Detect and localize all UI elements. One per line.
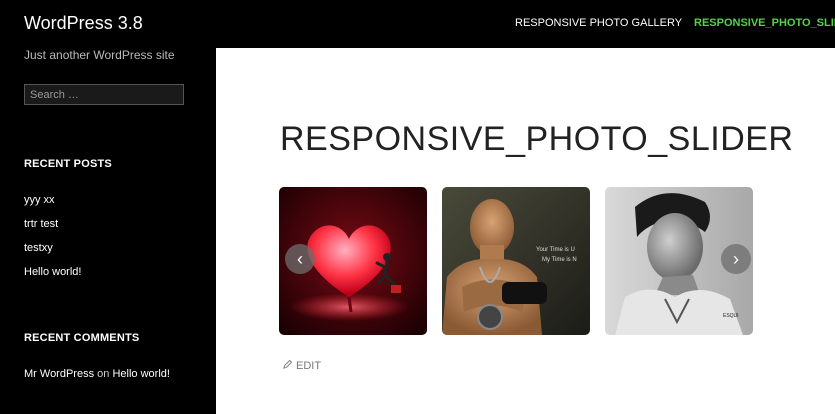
nav-item-photo-slider[interactable]: RESPONSIVE_PHOTO_SLIDER: [694, 17, 835, 29]
svg-text:ESQUI: ESQUI: [723, 313, 739, 319]
pencil-icon: [282, 359, 293, 373]
comment-on-text: on: [97, 368, 110, 380]
recent-comment: Mr WordPress on Hello world!: [24, 368, 170, 380]
edit-link[interactable]: EDIT: [282, 359, 321, 373]
recent-comments-title: RECENT COMMENTS: [24, 332, 140, 344]
slide-image-wrestler[interactable]: Your Time is U My Time is N: [442, 187, 590, 335]
comment-post-link[interactable]: Hello world!: [112, 368, 169, 380]
page-title: RESPONSIVE_PHOTO_SLIDER: [280, 120, 794, 158]
recent-post-link[interactable]: Hello world!: [24, 266, 81, 278]
top-navigation: RESPONSIVE PHOTO GALLERY RESPONSIVE_PHOT…: [216, 0, 835, 48]
comment-author-link[interactable]: Mr WordPress: [24, 368, 94, 380]
site-title[interactable]: WordPress 3.8: [24, 13, 143, 34]
edit-label: EDIT: [296, 360, 322, 372]
search-input[interactable]: [24, 84, 184, 105]
slide-caption-line: My Time is N: [542, 257, 577, 263]
slider-prev-button[interactable]: ‹: [285, 244, 315, 274]
main-content: RESPONSIVE_PHOTO_SLIDER Your Time is U M…: [216, 48, 835, 414]
recent-post-link[interactable]: testxy: [24, 242, 53, 254]
chevron-right-icon: ›: [733, 249, 739, 269]
recent-posts-title: RECENT POSTS: [24, 158, 112, 170]
recent-post-link[interactable]: trtr test: [24, 218, 58, 230]
sidebar: WordPress 3.8 Just another WordPress sit…: [0, 0, 216, 414]
recent-post-link[interactable]: yyy xx: [24, 194, 55, 206]
nav-item-photo-gallery[interactable]: RESPONSIVE PHOTO GALLERY: [515, 17, 682, 29]
slide-caption-line: Your Time is U: [536, 247, 575, 253]
chevron-left-icon: ‹: [297, 249, 303, 269]
site-description: Just another WordPress site: [24, 48, 175, 62]
slider-next-button[interactable]: ›: [721, 244, 751, 274]
